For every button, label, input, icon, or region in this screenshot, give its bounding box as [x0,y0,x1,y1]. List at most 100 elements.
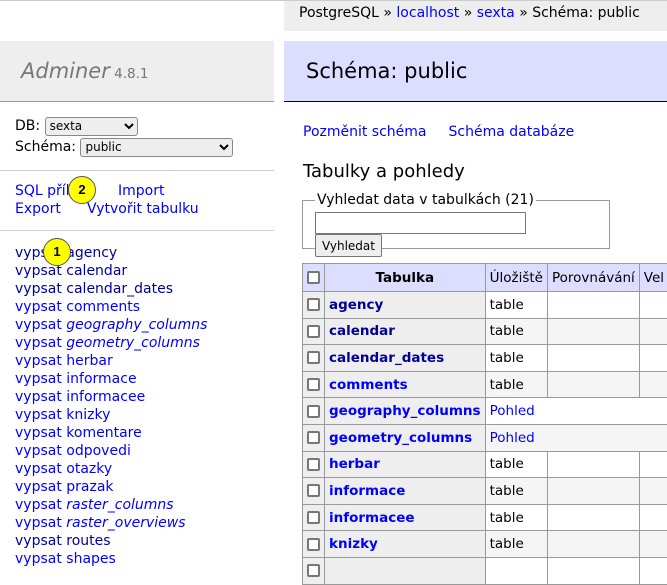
view-link[interactable]: Pohled [490,403,535,419]
schema-select[interactable]: public [80,138,233,157]
table-link[interactable]: geography_columns [66,317,207,333]
row-checkbox[interactable] [307,564,320,577]
search-button[interactable]: Vyhledat [315,234,382,257]
select-link[interactable]: vypsat [15,443,62,459]
collation-cell [547,292,639,319]
table-link[interactable]: knizky [66,407,110,423]
table-link[interactable]: geometry_columns [66,335,200,351]
sidebar-table-list: vypsat agencyvypsat calendarvypsat calen… [0,230,274,568]
table-link[interactable]: agency [66,245,117,261]
breadcrumb-server[interactable]: localhost [396,5,459,21]
select-link[interactable]: vypsat [15,317,62,333]
row-checkbox-cell [303,504,325,531]
select-link[interactable]: vypsat [15,461,62,477]
table-name-cell: informacee [325,504,486,531]
select-link[interactable]: vypsat [15,407,62,423]
select-link[interactable]: vypsat [15,497,62,513]
row-checkbox[interactable] [307,538,320,551]
table-link[interactable]: prazak [66,479,113,495]
db-select[interactable]: sexta [45,117,138,136]
collation-cell [547,557,639,584]
row-checkbox[interactable] [307,405,320,418]
table-name-link[interactable]: informace [329,483,405,499]
size-cell [639,292,667,319]
table-name-link[interactable]: herbar [329,456,380,472]
row-checkbox[interactable] [307,325,320,338]
size-cell [639,478,667,505]
table-link[interactable]: informace [66,371,136,387]
table-name-link[interactable]: informacee [329,510,415,526]
app-logo[interactable]: Adminer [21,59,110,83]
table-link[interactable]: calendar_dates [66,281,173,297]
select-link[interactable]: vypsat [15,299,62,315]
table-name-link[interactable]: knizky [329,536,378,552]
select-link[interactable]: vypsat [15,533,62,549]
row-checkbox[interactable] [307,511,320,524]
column-header-table[interactable]: Tabulka [325,264,486,292]
select-link[interactable]: vypsat [15,479,62,495]
row-checkbox[interactable] [307,298,320,311]
table-link[interactable]: otazky [66,461,112,477]
import-link[interactable]: Import [118,183,164,199]
select-link[interactable]: vypsat [15,551,62,567]
create-table-link[interactable]: Vytvořit tabulku [87,201,199,217]
table-name-link[interactable]: geometry_columns [329,430,472,446]
breadcrumb-driver[interactable]: PostgreSQL [299,5,379,21]
select-link[interactable]: vypsat [15,371,62,387]
select-link[interactable]: vypsat [15,515,62,531]
table-name-link[interactable]: geography_columns [329,403,481,419]
table-link[interactable]: routes [66,533,110,549]
column-header-engine[interactable]: Úložiště [485,264,547,292]
collation-cell [547,478,639,505]
table-link[interactable]: komentare [66,425,141,441]
row-checkbox-cell [303,451,325,478]
view-link[interactable]: Pohled [490,430,535,446]
select-link[interactable]: vypsat [15,425,62,441]
size-cell [639,345,667,372]
table-link[interactable]: herbar [66,353,112,369]
column-header-collation[interactable]: Porovnávání [547,264,639,292]
engine-cell: table [485,478,547,505]
table-name-link[interactable]: calendar_dates [329,350,444,366]
row-checkbox[interactable] [307,458,320,471]
table-name-link[interactable]: calendar [329,323,395,339]
table-name-link[interactable]: comments [329,377,408,393]
row-checkbox[interactable] [307,378,320,391]
table-link[interactable]: informacee [66,389,145,405]
row-checkbox-cell [303,345,325,372]
alter-schema-link[interactable]: Pozměnit schéma [303,124,427,140]
table-name-cell: knizky [325,531,486,558]
select-link[interactable]: vypsat [15,281,62,297]
table-link[interactable]: raster_columns [66,497,173,513]
database-schema-link[interactable]: Schéma databáze [449,124,575,140]
sql-command-link[interactable]: SQL příkaz [15,182,118,200]
table-link[interactable]: comments [66,299,140,315]
app-header: Adminer 4.8.1 [0,41,274,102]
collation-cell [547,531,639,558]
table-link[interactable]: calendar [66,263,127,279]
table-link[interactable]: raster_overviews [66,515,185,531]
table-name-cell: geometry_columns [325,424,486,451]
select-link[interactable]: vypsat [15,353,62,369]
row-checkbox-cell [303,424,325,451]
column-header-size[interactable]: Vel [639,264,667,292]
row-checkbox[interactable] [307,431,320,444]
table-link[interactable]: odpovedi [66,443,131,459]
collation-cell [547,345,639,372]
select-all-checkbox[interactable] [307,271,320,284]
size-cell [639,371,667,398]
row-checkbox-cell [303,371,325,398]
select-link[interactable]: vypsat [15,389,62,405]
table-link[interactable]: shapes [66,551,116,567]
table-name-link[interactable]: agency [329,297,383,313]
row-checkbox[interactable] [307,484,320,497]
engine-cell [485,557,547,584]
db-label: DB: [15,118,40,134]
collation-cell [547,504,639,531]
select-link[interactable]: vypsat [15,335,62,351]
search-input[interactable] [315,212,526,234]
row-checkbox[interactable] [307,351,320,364]
sidebar-table-item: vypsat odpovedi [15,442,259,460]
sidebar-table-item: vypsat geometry_columns [15,334,259,352]
breadcrumb-db[interactable]: sexta [477,5,515,21]
